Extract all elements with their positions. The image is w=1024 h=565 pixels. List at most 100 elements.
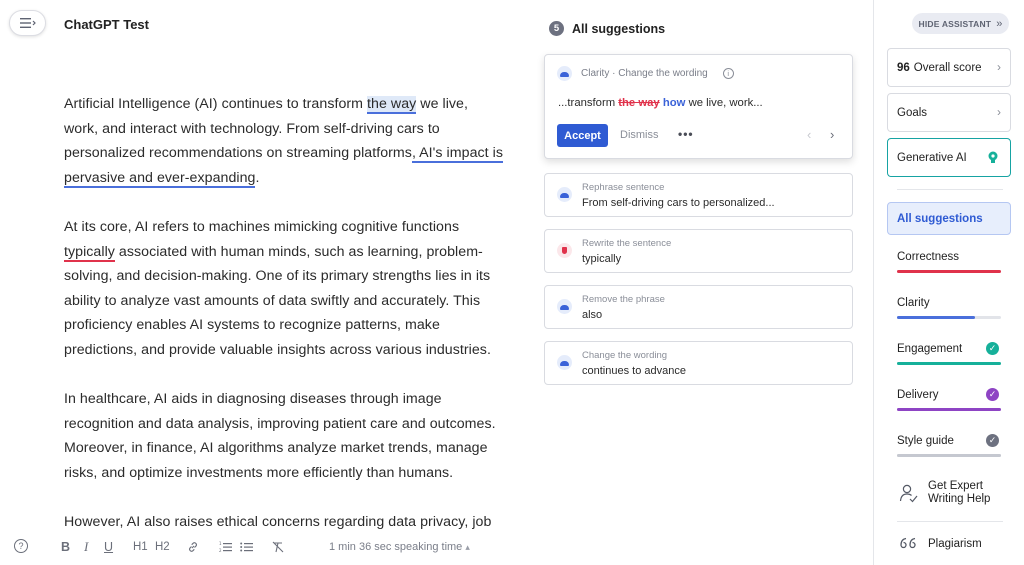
category-progress-bar <box>897 408 1001 411</box>
speaking-time-text: 1 min 36 sec speaking time <box>329 541 463 553</box>
progress-fill <box>897 454 1001 457</box>
category-progress-bar <box>897 362 1001 365</box>
highlighted-phrase[interactable]: the way <box>367 96 417 114</box>
suggestion-text: continues to advance <box>582 365 686 377</box>
suggestions-count-badge: 5 <box>549 21 564 36</box>
suggestion-label: Rewrite the sentence <box>582 238 672 249</box>
progress-fill <box>897 408 1001 411</box>
category-clarity[interactable]: Clarity <box>897 297 1001 319</box>
paragraph-4: However, AI also raises ethical concerns… <box>64 514 492 530</box>
clear-formatting-icon[interactable] <box>272 539 284 555</box>
check-icon: ✓ <box>986 388 999 401</box>
more-options-icon[interactable]: ••• <box>678 127 694 141</box>
bullet-list-icon[interactable] <box>240 539 253 555</box>
plagiarism-link[interactable]: Plagiarism <box>899 537 982 551</box>
caret-up-icon: ▴ <box>465 542 470 552</box>
clarity-icon <box>557 66 572 81</box>
suggestion-label: Remove the phrase <box>582 294 665 305</box>
hide-assistant-button[interactable]: HIDE ASSISTANT » <box>912 13 1009 34</box>
help-icon[interactable]: ? <box>14 539 28 553</box>
paragraph-1: Artificial Intelligence (AI) continues t… <box>64 92 504 190</box>
italic-button[interactable]: I <box>84 539 88 555</box>
text-run: associated with human minds, such as lea… <box>64 243 491 358</box>
category-label: Clarity <box>897 297 930 309</box>
help-glyph: ? <box>18 541 24 551</box>
text-run: At its core, AI refers to machines mimic… <box>64 218 460 235</box>
suggestion-card[interactable]: Rewrite the sentence typically <box>544 229 853 273</box>
generative-ai-button[interactable]: Generative AI <box>887 138 1011 177</box>
suggestion-label: Change the wording <box>582 350 668 361</box>
accept-button[interactable]: Accept <box>557 124 608 147</box>
speaking-time[interactable]: 1 min 36 sec speaking time ▴ <box>329 541 470 553</box>
overall-score-button[interactable]: 96 Overall score › <box>887 48 1011 87</box>
active-suggestion-card[interactable]: Clarity · Change the wording i ...transf… <box>544 54 853 159</box>
numbered-list-icon[interactable]: 12 <box>219 539 232 555</box>
category-progress-bar <box>897 454 1001 457</box>
goals-button[interactable]: Goals › <box>887 93 1011 132</box>
double-chevron-right-icon: » <box>996 17 1003 30</box>
clarity-icon <box>557 355 572 370</box>
next-suggestion-icon[interactable]: › <box>830 127 834 142</box>
suggestion-label: Rephrase sentence <box>582 182 665 193</box>
category-progress-bar <box>897 270 1001 273</box>
suggestion-category: Clarity · Change the wording i <box>557 66 734 81</box>
progress-fill <box>897 362 1001 365</box>
category-delivery[interactable]: Delivery ✓ <box>897 388 1001 411</box>
lightbulb-icon <box>988 151 998 163</box>
dismiss-button[interactable]: Dismiss <box>620 129 659 141</box>
quote-icon <box>900 537 916 549</box>
suggestion-category-text: Clarity · Change the wording <box>581 68 708 79</box>
previous-suggestion-icon[interactable]: ‹ <box>807 127 811 142</box>
check-icon: ✓ <box>986 342 999 355</box>
suggestion-card[interactable]: Rephrase sentence From self-driving cars… <box>544 173 853 217</box>
paragraph-3: In healthcare, AI aids in diagnosing dis… <box>64 391 496 481</box>
suggestion-text: From self-driving cars to personalized..… <box>582 197 775 209</box>
progress-fill <box>897 316 975 319</box>
expert-writing-help-label: Get Expert Writing Help <box>928 480 991 505</box>
category-progress-bar <box>897 316 1001 319</box>
heading1-button[interactable]: H1 <box>133 539 148 555</box>
category-correctness[interactable]: Correctness <box>897 251 1001 273</box>
link-icon[interactable] <box>187 539 199 555</box>
clarity-icon <box>557 299 572 314</box>
suggestion-card[interactable]: Change the wording continues to advance <box>544 341 853 385</box>
svg-text:2: 2 <box>219 548 222 553</box>
hide-assistant-label: HIDE ASSISTANT <box>918 18 992 29</box>
expert-person-icon <box>899 484 918 503</box>
chevron-right-icon: › <box>997 105 1001 119</box>
hamburger-icon <box>19 18 36 28</box>
text-run: Artificial Intelligence (AI) continues t… <box>64 96 368 112</box>
error-underlined-word[interactable]: typically <box>64 243 115 262</box>
preview-added: how <box>662 97 686 109</box>
divider <box>897 521 1003 522</box>
check-icon: ✓ <box>986 434 999 447</box>
overall-score-value: 96 <box>897 61 910 74</box>
preview-after: we live, work... <box>685 97 763 109</box>
suggestion-card[interactable]: Remove the phrase also <box>544 285 853 329</box>
document-title[interactable]: ChatGPT Test <box>64 17 149 32</box>
info-icon[interactable]: i <box>722 68 734 79</box>
clarity-icon <box>557 187 572 202</box>
preview-before: ...transform <box>558 97 619 109</box>
suggestion-preview: ...transform the way how we live, work..… <box>558 97 763 109</box>
suggestions-header: 5 All suggestions <box>549 21 665 36</box>
bold-button[interactable]: B <box>61 539 70 555</box>
menu-button[interactable] <box>9 10 46 36</box>
suggestion-text: typically <box>582 253 622 265</box>
correctness-icon <box>557 243 572 258</box>
paragraph-2: At its core, AI refers to machines mimic… <box>64 215 504 363</box>
underline-button[interactable]: U <box>104 539 113 555</box>
heading2-button[interactable]: H2 <box>155 539 170 555</box>
overall-score-label: Overall score <box>913 61 982 74</box>
category-engagement[interactable]: Engagement ✓ <box>897 342 1001 365</box>
editor-text-area[interactable]: Artificial Intelligence (AI) continues t… <box>64 92 504 530</box>
suggestions-title: All suggestions <box>572 21 666 36</box>
goals-label: Goals <box>897 106 928 119</box>
category-style-guide[interactable]: Style guide ✓ <box>897 434 1001 457</box>
all-suggestions-tab[interactable]: All suggestions <box>887 202 1011 235</box>
chevron-right-icon: › <box>997 60 1001 74</box>
plagiarism-label: Plagiarism <box>928 538 982 550</box>
category-label: Correctness <box>897 251 959 263</box>
expert-writing-help-link[interactable]: Get Expert Writing Help <box>899 480 998 506</box>
suggestion-text: also <box>582 309 603 321</box>
